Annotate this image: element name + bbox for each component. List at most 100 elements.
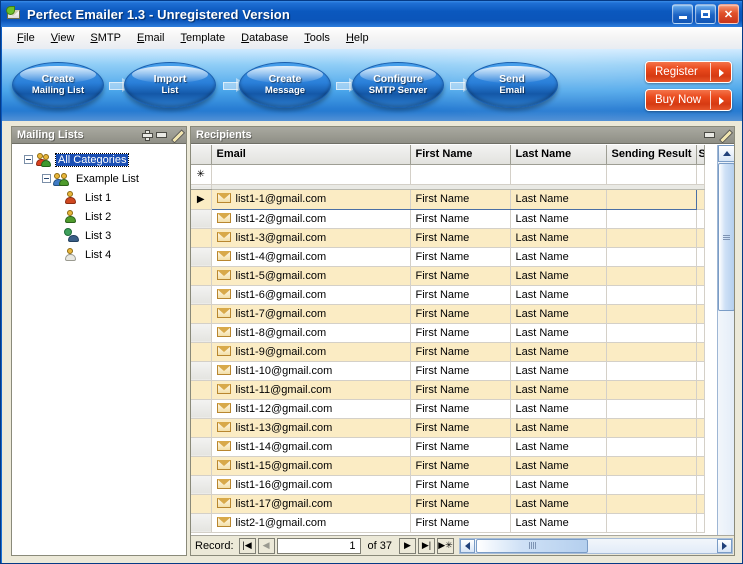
cell-first-name[interactable]: First Name [410, 209, 510, 228]
cell-sending-result[interactable] [606, 437, 696, 456]
collapse-toggle-icon[interactable] [42, 174, 51, 183]
cell-partial[interactable] [696, 228, 704, 247]
cell-sending-result[interactable] [606, 380, 696, 399]
cell-first-name[interactable]: First Name [410, 189, 510, 209]
cell-first-name[interactable]: First Name [410, 513, 510, 532]
cell-last-name[interactable]: Last Name [510, 361, 606, 380]
cell-email[interactable]: list1-15@gmail.com [211, 456, 410, 475]
tree-node-example-list[interactable]: Example List [18, 169, 182, 188]
row-selector[interactable] [191, 456, 211, 475]
cell-last-name[interactable]: Last Name [510, 418, 606, 437]
cell-sending-result[interactable] [606, 361, 696, 380]
table-row[interactable]: list1-7@gmail.comFirst NameLast Name [191, 304, 704, 323]
cell-last-name[interactable]: Last Name [510, 228, 606, 247]
cell-last-name[interactable]: Last Name [510, 475, 606, 494]
column-header-email[interactable]: Email [211, 145, 410, 164]
cell-partial[interactable] [696, 304, 704, 323]
cell-sending-result[interactable] [606, 494, 696, 513]
row-selector[interactable] [191, 228, 211, 247]
cell-partial[interactable] [696, 418, 704, 437]
cell-email[interactable]: list1-13@gmail.com [211, 418, 410, 437]
table-new-record-row[interactable]: ✳ [191, 164, 704, 184]
tree-node-all-categories[interactable]: All Categories [18, 150, 182, 169]
table-row[interactable]: list1-15@gmail.comFirst NameLast Name [191, 456, 704, 475]
cell-partial[interactable] [696, 380, 704, 399]
cell-partial[interactable] [696, 399, 704, 418]
row-selector[interactable] [191, 418, 211, 437]
row-selector[interactable] [191, 342, 211, 361]
cell-first-name[interactable]: First Name [410, 437, 510, 456]
cell-first-name[interactable]: First Name [410, 323, 510, 342]
register-button[interactable]: Register [645, 61, 732, 83]
cell-email[interactable]: list1-5@gmail.com [211, 266, 410, 285]
import-list-button[interactable]: Import List [124, 62, 216, 108]
cell-sending-result[interactable] [606, 475, 696, 494]
cell-email[interactable]: list1-1@gmail.com [211, 189, 410, 209]
cell-email[interactable]: list1-4@gmail.com [211, 247, 410, 266]
cell-last-name[interactable]: Last Name [510, 189, 606, 209]
cell-last-name[interactable]: Last Name [510, 304, 606, 323]
row-selector[interactable] [191, 304, 211, 323]
table-row[interactable]: list1-13@gmail.comFirst NameLast Name [191, 418, 704, 437]
record-number-input[interactable]: 1 [277, 538, 361, 554]
cell-first-name[interactable]: First Name [410, 475, 510, 494]
cell-sending-result[interactable] [606, 323, 696, 342]
minus-icon[interactable] [156, 132, 167, 138]
menu-view[interactable]: View [43, 30, 83, 46]
cell-sending-result[interactable] [606, 418, 696, 437]
cell-partial[interactable] [696, 189, 704, 209]
table-row[interactable]: list1-2@gmail.comFirst NameLast Name [191, 209, 704, 228]
cell-last-name[interactable]: Last Name [510, 437, 606, 456]
cell-first-name[interactable]: First Name [410, 361, 510, 380]
table-row[interactable]: list1-16@gmail.comFirst NameLast Name [191, 475, 704, 494]
scroll-up-button[interactable] [718, 145, 734, 162]
cell-partial[interactable] [696, 456, 704, 475]
cell-first-name[interactable]: First Name [410, 228, 510, 247]
new-record-button[interactable]: ▶✳ [437, 538, 454, 554]
buy-now-button[interactable]: Buy Now [645, 89, 732, 111]
table-row[interactable]: list1-5@gmail.comFirst NameLast Name [191, 266, 704, 285]
table-row[interactable]: list1-10@gmail.comFirst NameLast Name [191, 361, 704, 380]
cell-email[interactable]: list1-12@gmail.com [211, 399, 410, 418]
cell-partial[interactable] [696, 494, 704, 513]
cell-partial[interactable] [696, 209, 704, 228]
send-email-button[interactable]: Send Email [466, 62, 558, 108]
menu-email[interactable]: Email [129, 30, 173, 46]
cell-sending-result[interactable] [606, 304, 696, 323]
cell-first-name[interactable]: First Name [410, 399, 510, 418]
column-header-sending-result[interactable]: Sending Result [606, 145, 696, 164]
table-row[interactable]: list2-1@gmail.comFirst NameLast Name [191, 513, 704, 532]
cell-last-name[interactable]: Last Name [510, 342, 606, 361]
pencil-icon[interactable] [718, 129, 730, 141]
cell-first-name[interactable]: First Name [410, 304, 510, 323]
table-row[interactable]: list1-12@gmail.comFirst NameLast Name [191, 399, 704, 418]
scroll-thumb-vertical[interactable] [718, 163, 734, 311]
row-selector[interactable] [191, 475, 211, 494]
cell-last-name[interactable]: Last Name [510, 380, 606, 399]
table-row[interactable]: list1-17@gmail.comFirst NameLast Name [191, 494, 704, 513]
minus-icon[interactable] [704, 132, 715, 138]
last-record-button[interactable]: ▶| [418, 538, 435, 554]
collapse-toggle-icon[interactable] [24, 155, 33, 164]
cell-email[interactable]: list1-17@gmail.com [211, 494, 410, 513]
cell-first-name[interactable]: First Name [410, 418, 510, 437]
row-selector[interactable] [191, 361, 211, 380]
column-header-partial[interactable]: S [696, 145, 704, 164]
table-row[interactable]: list1-14@gmail.comFirst NameLast Name [191, 437, 704, 456]
cell-email[interactable]: list1-6@gmail.com [211, 285, 410, 304]
cell-partial[interactable] [696, 266, 704, 285]
cell-last-name[interactable]: Last Name [510, 494, 606, 513]
row-selector[interactable] [191, 266, 211, 285]
row-selector[interactable] [191, 399, 211, 418]
grid-horizontal-scrollbar[interactable] [459, 538, 733, 554]
menu-template[interactable]: Template [173, 30, 234, 46]
cell-partial[interactable] [696, 342, 704, 361]
new-last-cell[interactable] [510, 164, 606, 184]
cell-sending-result[interactable] [606, 342, 696, 361]
cell-partial[interactable] [696, 285, 704, 304]
cell-last-name[interactable]: Last Name [510, 209, 606, 228]
row-selector[interactable]: ▶ [191, 189, 211, 209]
cell-last-name[interactable]: Last Name [510, 323, 606, 342]
cell-sending-result[interactable] [606, 247, 696, 266]
cell-email[interactable]: list1-11@gmail.com [211, 380, 410, 399]
